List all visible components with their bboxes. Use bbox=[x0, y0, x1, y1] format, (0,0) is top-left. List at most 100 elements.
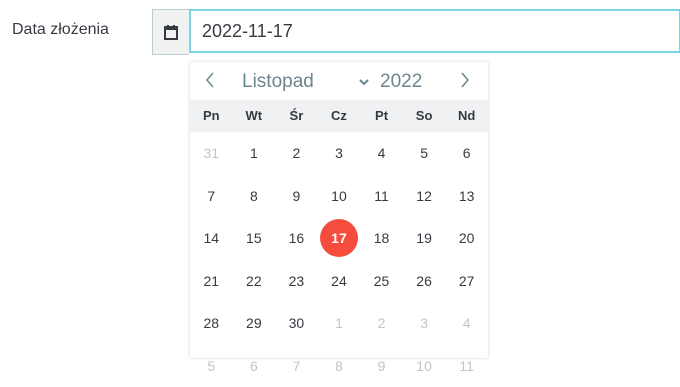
calendar-day[interactable]: 1 bbox=[318, 302, 361, 345]
day-number: 22 bbox=[246, 273, 262, 289]
day-number: 6 bbox=[250, 358, 258, 374]
calendar-week-row: 28 29 30 1 2 3 4 bbox=[190, 302, 488, 345]
calendar-day[interactable]: 14 bbox=[190, 217, 233, 260]
calendar-button[interactable] bbox=[152, 9, 189, 55]
month-label[interactable]: Listopad bbox=[242, 71, 314, 93]
day-number: 11 bbox=[459, 358, 474, 374]
date-input[interactable] bbox=[189, 9, 680, 53]
datepicker: Listopad 2022 Pn Wt Śr Cz Pt So Nd 31123… bbox=[190, 62, 488, 358]
calendar-day[interactable]: 2 bbox=[275, 132, 318, 175]
calendar-day[interactable]: 27 bbox=[445, 260, 488, 303]
year-dropdown-button[interactable] bbox=[357, 72, 371, 92]
day-number: 19 bbox=[416, 230, 432, 246]
day-number: 27 bbox=[459, 273, 475, 289]
day-number: 20 bbox=[459, 230, 475, 246]
day-number: 10 bbox=[416, 358, 432, 374]
calendar-day[interactable]: 31 bbox=[190, 132, 233, 175]
calendar-day[interactable]: 3 bbox=[403, 302, 446, 345]
day-grid: 3112345678910111213141516171819202122232… bbox=[190, 132, 488, 387]
calendar-day[interactable]: 25 bbox=[360, 260, 403, 303]
weekday-label: Cz bbox=[318, 100, 361, 132]
calendar-day[interactable]: 13 bbox=[445, 175, 488, 218]
calendar-day[interactable]: 3 bbox=[318, 132, 361, 175]
datepicker-header: Listopad 2022 bbox=[190, 62, 488, 100]
calendar-day[interactable]: 9 bbox=[360, 345, 403, 387]
calendar-day[interactable]: 16 bbox=[275, 217, 318, 260]
calendar-day[interactable]: 10 bbox=[318, 175, 361, 218]
day-number: 11 bbox=[374, 188, 389, 204]
day-number: 2 bbox=[378, 315, 386, 331]
prev-month-button[interactable] bbox=[200, 68, 220, 92]
day-number: 21 bbox=[203, 273, 219, 289]
calendar-day[interactable]: 4 bbox=[360, 132, 403, 175]
day-number: 31 bbox=[203, 145, 219, 161]
day-number: 14 bbox=[203, 230, 219, 246]
day-number: 6 bbox=[463, 145, 471, 161]
next-month-button[interactable] bbox=[455, 68, 475, 92]
calendar-day[interactable]: 6 bbox=[445, 132, 488, 175]
calendar-day[interactable]: 18 bbox=[360, 217, 403, 260]
calendar-day[interactable]: 7 bbox=[190, 175, 233, 218]
field-label: Data złożenia bbox=[12, 21, 109, 39]
calendar-day[interactable]: 30 bbox=[275, 302, 318, 345]
calendar-day[interactable]: 2 bbox=[360, 302, 403, 345]
weekday-header: Pn Wt Śr Cz Pt So Nd bbox=[190, 100, 488, 132]
day-number: 3 bbox=[335, 145, 343, 161]
year-label[interactable]: 2022 bbox=[380, 71, 422, 93]
calendar-day[interactable]: 9 bbox=[275, 175, 318, 218]
calendar-day[interactable]: 28 bbox=[190, 302, 233, 345]
date-input-group bbox=[152, 9, 680, 55]
day-number: 2 bbox=[293, 145, 301, 161]
calendar-week-row: 5 6 7 8 9 10 11 bbox=[190, 345, 488, 387]
calendar-icon bbox=[163, 24, 179, 41]
weekday-label: So bbox=[403, 100, 446, 132]
calendar-day[interactable]: 6 bbox=[233, 345, 276, 387]
weekday-label: Pt bbox=[360, 100, 403, 132]
day-number: 15 bbox=[246, 230, 262, 246]
calendar-week-row: 21 22 23 24 25 26 27 bbox=[190, 260, 488, 303]
calendar-day[interactable]: 22 bbox=[233, 260, 276, 303]
calendar-day[interactable]: 12 bbox=[403, 175, 446, 218]
calendar-day[interactable]: 5 bbox=[403, 132, 446, 175]
day-number: 1 bbox=[250, 145, 258, 161]
weekday-label: Nd bbox=[445, 100, 488, 132]
calendar-day[interactable]: 1 bbox=[233, 132, 276, 175]
calendar-day[interactable]: 5 bbox=[190, 345, 233, 387]
calendar-day[interactable]: 8 bbox=[233, 175, 276, 218]
day-number: 16 bbox=[289, 230, 305, 246]
day-number: 9 bbox=[378, 358, 386, 374]
chevron-left-icon bbox=[205, 71, 215, 89]
day-number: 23 bbox=[289, 273, 305, 289]
calendar-day[interactable]: 23 bbox=[275, 260, 318, 303]
day-number: 4 bbox=[378, 145, 386, 161]
day-number: 5 bbox=[207, 358, 215, 374]
calendar-day[interactable]: 11 bbox=[360, 175, 403, 218]
day-number: 13 bbox=[459, 188, 475, 204]
calendar-day[interactable]: 10 bbox=[403, 345, 446, 387]
chevron-right-icon bbox=[460, 71, 470, 89]
weekday-label: Wt bbox=[233, 100, 276, 132]
day-number: 7 bbox=[293, 358, 301, 374]
day-number: 10 bbox=[331, 188, 347, 204]
calendar-day[interactable]: 29 bbox=[233, 302, 276, 345]
calendar-day[interactable]: 19 bbox=[403, 217, 446, 260]
calendar-day[interactable]: 26 bbox=[403, 260, 446, 303]
calendar-day[interactable]: 21 bbox=[190, 260, 233, 303]
calendar-week-row: 789 10 11 12 13 bbox=[190, 175, 488, 218]
day-number: 17 bbox=[320, 219, 358, 257]
day-number: 29 bbox=[246, 315, 262, 331]
day-number: 30 bbox=[289, 315, 305, 331]
calendar-day[interactable]: 20 bbox=[445, 217, 488, 260]
selected-day[interactable]: 17 bbox=[318, 217, 361, 260]
day-number: 25 bbox=[374, 273, 390, 289]
calendar-day[interactable]: 7 bbox=[275, 345, 318, 387]
day-number: 8 bbox=[335, 358, 343, 374]
calendar-day[interactable]: 24 bbox=[318, 260, 361, 303]
calendar-day[interactable]: 11 bbox=[445, 345, 488, 387]
calendar-day[interactable]: 15 bbox=[233, 217, 276, 260]
calendar-day[interactable]: 8 bbox=[318, 345, 361, 387]
day-number: 4 bbox=[463, 315, 471, 331]
calendar-week-row: 14 15 16 1718 19 20 bbox=[190, 217, 488, 260]
chevron-down-icon bbox=[359, 79, 369, 86]
calendar-day[interactable]: 4 bbox=[445, 302, 488, 345]
